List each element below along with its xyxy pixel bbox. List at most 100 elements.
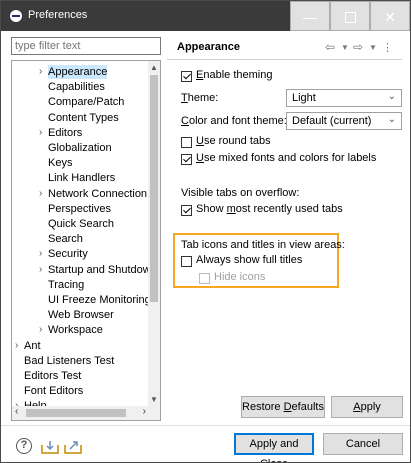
theme-value: Light — [292, 92, 316, 104]
tree-item[interactable]: Bad Listeners Test — [24, 354, 114, 368]
filter-input[interactable] — [15, 39, 155, 53]
title-bar: Preferences — ✕ — [1, 1, 410, 31]
tree-item[interactable]: › Workspace — [39, 323, 103, 337]
round-tabs-label: Use round tabs — [196, 135, 271, 147]
tree-item[interactable]: › Appearance — [39, 65, 108, 79]
back-arrow-icon[interactable]: ⇦ — [325, 40, 335, 54]
tree-item[interactable]: › Security — [39, 247, 88, 261]
color-font-theme-combo[interactable]: Default (current) ⌄ — [286, 112, 402, 130]
tree-item[interactable]: Compare/Patch — [48, 95, 124, 109]
tree-item[interactable]: Perspectives — [48, 202, 111, 216]
enable-theming-checkbox[interactable] — [181, 71, 192, 82]
enable-theming-label: Enable theming — [196, 69, 273, 81]
tree-item[interactable]: › Startup and Shutdow — [39, 263, 151, 277]
round-tabs-checkbox[interactable] — [181, 137, 192, 148]
tree-item-label: Search — [48, 233, 83, 246]
tree-item[interactable]: Keys — [48, 156, 72, 170]
close-button[interactable]: ✕ — [370, 1, 410, 31]
hide-icons-checkbox[interactable] — [199, 273, 210, 284]
tree-item-label: Editors — [48, 126, 83, 139]
tree-vertical-scrollbar[interactable]: ▲ ▼ — [148, 61, 160, 406]
scroll-up-icon[interactable]: ▲ — [150, 63, 158, 72]
apply-button[interactable]: Apply — [331, 396, 403, 418]
tree-item[interactable]: Web Browser — [48, 308, 114, 322]
maximize-icon — [344, 11, 356, 23]
help-icon[interactable]: ? — [16, 438, 32, 454]
tree-item[interactable]: › Ant — [15, 339, 41, 353]
tree-item[interactable]: › Editors — [39, 126, 83, 140]
tree-item[interactable]: Search — [48, 232, 83, 246]
hide-icons-label: Hide icons — [214, 271, 266, 283]
expand-chevron-icon[interactable]: › — [39, 187, 42, 201]
chevron-down-icon: ⌄ — [387, 114, 396, 125]
always-full-titles-checkbox[interactable] — [181, 256, 192, 267]
tree-item[interactable]: Tracing — [48, 278, 84, 292]
expand-chevron-icon[interactable]: › — [39, 247, 42, 261]
forward-menu-chevron-icon[interactable]: ▼ — [369, 43, 377, 52]
expand-chevron-icon[interactable]: › — [39, 323, 42, 337]
import-icon[interactable] — [41, 440, 59, 454]
scroll-right-icon[interactable]: › — [143, 406, 146, 417]
filter-field[interactable] — [11, 37, 161, 55]
mixed-fonts-checkbox[interactable] — [181, 154, 192, 165]
tree-item-label: Bad Listeners Test — [24, 354, 115, 367]
expand-chevron-icon[interactable]: › — [39, 126, 42, 140]
scroll-left-icon[interactable]: ‹ — [15, 406, 18, 417]
tree-item[interactable]: Content Types — [48, 111, 119, 125]
preferences-window: Preferences — ✕ › Appearance Capabilities C… — [0, 0, 411, 463]
maximize-button[interactable] — [330, 1, 370, 31]
tree-item-label: Appearance — [48, 66, 108, 78]
cancel-button[interactable]: Cancel — [323, 433, 403, 455]
tree-item-label: Quick Search — [48, 218, 115, 230]
horizontal-scroll-thumb[interactable] — [26, 409, 126, 417]
minimize-button[interactable]: — — [290, 1, 330, 31]
scroll-down-icon[interactable]: ▼ — [150, 395, 158, 404]
tree-item-label: Font Editors — [24, 385, 84, 398]
vertical-scroll-thumb[interactable] — [150, 75, 158, 302]
theme-label: Theme: — [181, 92, 219, 104]
theme-combo[interactable]: Light ⌄ — [286, 89, 402, 107]
page-title: Appearance — [177, 41, 240, 53]
color-font-theme-value: Default (current) — [292, 115, 372, 127]
tree-item-label: Globalization — [48, 142, 112, 154]
tree-item[interactable]: Quick Search — [48, 217, 114, 231]
tree-item[interactable]: UI Freeze Monitoring — [48, 293, 151, 307]
tree-item[interactable]: Capabilities — [48, 80, 105, 94]
window-title: Preferences — [28, 9, 88, 21]
visible-tabs-label: Visible tabs on overflow: — [181, 187, 300, 199]
tree-item-label: Network Connection — [48, 187, 148, 200]
show-mru-checkbox[interactable] — [181, 205, 192, 216]
tree-item[interactable]: Link Handlers — [48, 171, 115, 185]
preference-tree: › Appearance Capabilities Compare/Patch Cont… — [11, 60, 161, 421]
bottom-bar: ? Apply and Close Cancel — [1, 425, 410, 462]
tree-item-label: Link Handlers — [48, 172, 116, 185]
color-font-theme-label: Color and font theme: — [181, 115, 287, 127]
back-menu-chevron-icon[interactable]: ▼ — [341, 43, 349, 52]
tree-item-label: Perspectives — [48, 202, 111, 215]
tree-item-label: Content Types — [48, 111, 119, 124]
export-icon[interactable] — [64, 440, 82, 454]
chevron-down-icon: ⌄ — [387, 91, 396, 102]
tree-item[interactable]: Font Editors — [24, 384, 83, 398]
always-full-titles-label: Always show full titles — [196, 254, 303, 266]
expand-chevron-icon[interactable]: › — [39, 263, 42, 277]
tree-item-label: Ant — [24, 339, 41, 352]
tree-item-label: Editors Test — [24, 370, 82, 382]
tree-item[interactable]: Editors Test — [24, 369, 81, 383]
tree-item[interactable]: Globalization — [48, 141, 112, 155]
tree-item-label: Workspace — [48, 324, 103, 337]
tree-horizontal-scrollbar[interactable]: ‹ › — [12, 406, 160, 420]
tree-item-label: Capabilities — [48, 81, 105, 94]
tab-icons-titles-label: Tab icons and titles in view areas: — [181, 239, 345, 251]
view-menu-icon[interactable]: ⋮ — [382, 41, 393, 54]
tree-item[interactable]: › Network Connection — [39, 187, 148, 201]
restore-defaults-button[interactable]: Restore Defaults — [241, 396, 325, 418]
forward-arrow-icon[interactable]: ⇨ — [353, 40, 363, 54]
expand-chevron-icon[interactable]: › — [15, 339, 18, 353]
tree-item-label: Security — [48, 248, 88, 261]
apply-and-close-button[interactable]: Apply and Close — [234, 433, 314, 462]
tree-item-label: Compare/Patch — [48, 96, 125, 109]
expand-chevron-icon[interactable]: › — [39, 65, 42, 79]
navigation-panel: › Appearance Capabilities Compare/Patch Cont… — [11, 37, 161, 421]
show-mru-label: Show most recently used tabs — [196, 203, 343, 215]
